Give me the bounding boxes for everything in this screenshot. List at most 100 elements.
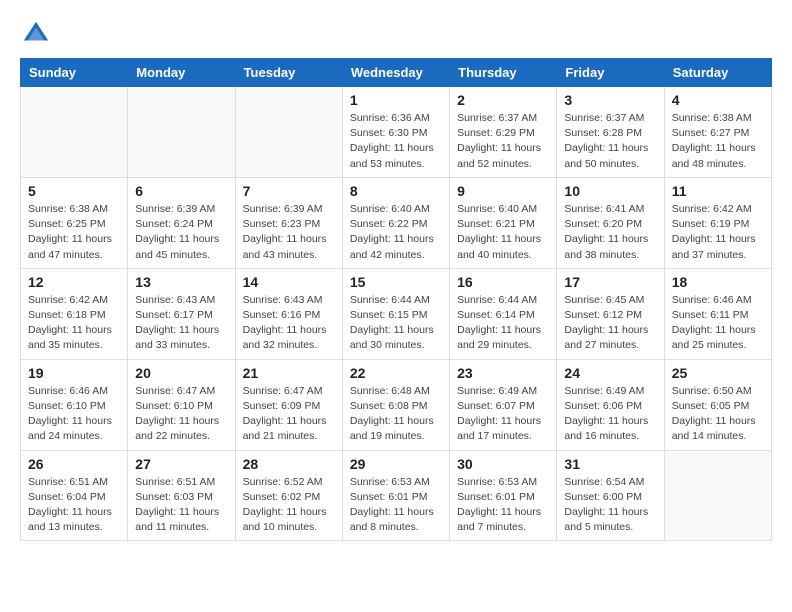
- calendar-day-cell: 7 Sunrise: 6:39 AM Sunset: 6:23 PM Daylig…: [235, 177, 342, 268]
- calendar-day-cell: 19 Sunrise: 6:46 AM Sunset: 6:10 PM Dayli…: [21, 359, 128, 450]
- page-header: [20, 20, 772, 48]
- day-info: Sunrise: 6:49 AM Sunset: 6:07 PM Dayligh…: [457, 384, 549, 445]
- day-number: 2: [457, 92, 549, 108]
- day-number: 18: [672, 274, 764, 290]
- day-number: 23: [457, 365, 549, 381]
- calendar-day-cell: 25Sunrise: 6:50 AM Sunset: 6:05 PM Dayli…: [664, 359, 771, 450]
- day-info: Sunrise: 6:38 AM Sunset: 6:25 PM Dayligh…: [28, 202, 120, 263]
- calendar-header-row: SundayMondayTuesdayWednesdayThursdayFrid…: [21, 59, 772, 87]
- calendar-day-cell: 28 Sunrise: 6:52 AM Sunset: 6:02 PM Dayli…: [235, 450, 342, 541]
- day-of-week-header: Wednesday: [342, 59, 449, 87]
- day-of-week-header: Monday: [128, 59, 235, 87]
- day-info: Sunrise: 6:53 AM Sunset: 6:01 PM Dayligh…: [350, 475, 442, 536]
- day-of-week-header: Saturday: [664, 59, 771, 87]
- calendar-week-row: 12 Sunrise: 6:42 AM Sunset: 6:18 PM Dayli…: [21, 268, 772, 359]
- calendar-day-cell: 1 Sunrise: 6:36 AM Sunset: 6:30 PM Daylig…: [342, 87, 449, 178]
- day-number: 21: [243, 365, 335, 381]
- day-info: Sunrise: 6:51 AM Sunset: 6:03 PM Dayligh…: [135, 475, 227, 536]
- day-number: 13: [135, 274, 227, 290]
- day-info: Sunrise: 6:36 AM Sunset: 6:30 PM Dayligh…: [350, 111, 442, 172]
- day-of-week-header: Thursday: [450, 59, 557, 87]
- calendar-day-cell: 21 Sunrise: 6:47 AM Sunset: 6:09 PM Dayli…: [235, 359, 342, 450]
- day-info: Sunrise: 6:46 AM Sunset: 6:11 PM Dayligh…: [672, 293, 764, 354]
- calendar-day-cell: 9 Sunrise: 6:40 AM Sunset: 6:21 PM Daylig…: [450, 177, 557, 268]
- day-info: Sunrise: 6:37 AM Sunset: 6:28 PM Dayligh…: [564, 111, 656, 172]
- logo: [20, 20, 50, 48]
- day-number: 11: [672, 183, 764, 199]
- day-info: Sunrise: 6:39 AM Sunset: 6:23 PM Dayligh…: [243, 202, 335, 263]
- calendar-day-cell: 23 Sunrise: 6:49 AM Sunset: 6:07 PM Dayli…: [450, 359, 557, 450]
- day-number: 28: [243, 456, 335, 472]
- day-info: Sunrise: 6:43 AM Sunset: 6:16 PM Dayligh…: [243, 293, 335, 354]
- day-number: 7: [243, 183, 335, 199]
- day-number: 1: [350, 92, 442, 108]
- calendar-table: SundayMondayTuesdayWednesdayThursdayFrid…: [20, 58, 772, 541]
- calendar-day-cell: 18 Sunrise: 6:46 AM Sunset: 6:11 PM Dayli…: [664, 268, 771, 359]
- logo-icon: [22, 20, 50, 48]
- day-number: 17: [564, 274, 656, 290]
- calendar-day-cell: 26 Sunrise: 6:51 AM Sunset: 6:04 PM Dayli…: [21, 450, 128, 541]
- calendar-day-cell: 30 Sunrise: 6:53 AM Sunset: 6:01 PM Dayli…: [450, 450, 557, 541]
- day-info: Sunrise: 6:40 AM Sunset: 6:21 PM Dayligh…: [457, 202, 549, 263]
- day-info: Sunrise: 6:43 AM Sunset: 6:17 PM Dayligh…: [135, 293, 227, 354]
- day-info: Sunrise: 6:53 AM Sunset: 6:01 PM Dayligh…: [457, 475, 549, 536]
- day-info: Sunrise: 6:46 AM Sunset: 6:10 PM Dayligh…: [28, 384, 120, 445]
- day-number: 4: [672, 92, 764, 108]
- day-number: 6: [135, 183, 227, 199]
- day-number: 25: [672, 365, 764, 381]
- day-of-week-header: Tuesday: [235, 59, 342, 87]
- calendar-day-cell: 16Sunrise: 6:44 AM Sunset: 6:14 PM Dayli…: [450, 268, 557, 359]
- day-number: 9: [457, 183, 549, 199]
- day-number: 19: [28, 365, 120, 381]
- day-info: Sunrise: 6:42 AM Sunset: 6:19 PM Dayligh…: [672, 202, 764, 263]
- day-number: 24: [564, 365, 656, 381]
- day-number: 30: [457, 456, 549, 472]
- calendar-day-cell: 5 Sunrise: 6:38 AM Sunset: 6:25 PM Daylig…: [21, 177, 128, 268]
- day-info: Sunrise: 6:52 AM Sunset: 6:02 PM Dayligh…: [243, 475, 335, 536]
- calendar-day-cell: 6 Sunrise: 6:39 AM Sunset: 6:24 PM Daylig…: [128, 177, 235, 268]
- day-number: 10: [564, 183, 656, 199]
- calendar-week-row: 1 Sunrise: 6:36 AM Sunset: 6:30 PM Daylig…: [21, 87, 772, 178]
- day-info: Sunrise: 6:48 AM Sunset: 6:08 PM Dayligh…: [350, 384, 442, 445]
- calendar-day-cell: 15 Sunrise: 6:44 AM Sunset: 6:15 PM Dayli…: [342, 268, 449, 359]
- day-info: Sunrise: 6:39 AM Sunset: 6:24 PM Dayligh…: [135, 202, 227, 263]
- day-info: Sunrise: 6:45 AM Sunset: 6:12 PM Dayligh…: [564, 293, 656, 354]
- day-number: 26: [28, 456, 120, 472]
- day-info: Sunrise: 6:42 AM Sunset: 6:18 PM Dayligh…: [28, 293, 120, 354]
- day-number: 14: [243, 274, 335, 290]
- day-number: 29: [350, 456, 442, 472]
- day-info: Sunrise: 6:38 AM Sunset: 6:27 PM Dayligh…: [672, 111, 764, 172]
- day-info: Sunrise: 6:44 AM Sunset: 6:15 PM Dayligh…: [350, 293, 442, 354]
- calendar-day-cell: 2 Sunrise: 6:37 AM Sunset: 6:29 PM Daylig…: [450, 87, 557, 178]
- day-info: Sunrise: 6:47 AM Sunset: 6:09 PM Dayligh…: [243, 384, 335, 445]
- calendar-day-cell: [664, 450, 771, 541]
- calendar-week-row: 26 Sunrise: 6:51 AM Sunset: 6:04 PM Dayli…: [21, 450, 772, 541]
- calendar-day-cell: 24 Sunrise: 6:49 AM Sunset: 6:06 PM Dayli…: [557, 359, 664, 450]
- day-info: Sunrise: 6:40 AM Sunset: 6:22 PM Dayligh…: [350, 202, 442, 263]
- calendar-day-cell: [235, 87, 342, 178]
- day-of-week-header: Sunday: [21, 59, 128, 87]
- calendar-day-cell: 31 Sunrise: 6:54 AM Sunset: 6:00 PM Dayli…: [557, 450, 664, 541]
- day-info: Sunrise: 6:51 AM Sunset: 6:04 PM Dayligh…: [28, 475, 120, 536]
- day-info: Sunrise: 6:49 AM Sunset: 6:06 PM Dayligh…: [564, 384, 656, 445]
- day-number: 16: [457, 274, 549, 290]
- calendar-day-cell: 20Sunrise: 6:47 AM Sunset: 6:10 PM Dayli…: [128, 359, 235, 450]
- day-info: Sunrise: 6:41 AM Sunset: 6:20 PM Dayligh…: [564, 202, 656, 263]
- calendar-day-cell: 22 Sunrise: 6:48 AM Sunset: 6:08 PM Dayli…: [342, 359, 449, 450]
- day-number: 22: [350, 365, 442, 381]
- day-number: 5: [28, 183, 120, 199]
- calendar-day-cell: [128, 87, 235, 178]
- day-info: Sunrise: 6:54 AM Sunset: 6:00 PM Dayligh…: [564, 475, 656, 536]
- calendar-day-cell: 10 Sunrise: 6:41 AM Sunset: 6:20 PM Dayli…: [557, 177, 664, 268]
- day-info: Sunrise: 6:47 AM Sunset: 6:10 PM Dayligh…: [135, 384, 227, 445]
- day-number: 31: [564, 456, 656, 472]
- calendar-day-cell: 13 Sunrise: 6:43 AM Sunset: 6:17 PM Dayli…: [128, 268, 235, 359]
- calendar-day-cell: 29 Sunrise: 6:53 AM Sunset: 6:01 PM Dayli…: [342, 450, 449, 541]
- calendar-day-cell: 11 Sunrise: 6:42 AM Sunset: 6:19 PM Dayli…: [664, 177, 771, 268]
- day-number: 15: [350, 274, 442, 290]
- day-number: 3: [564, 92, 656, 108]
- day-number: 12: [28, 274, 120, 290]
- day-info: Sunrise: 6:37 AM Sunset: 6:29 PM Dayligh…: [457, 111, 549, 172]
- calendar-day-cell: [21, 87, 128, 178]
- calendar-week-row: 5 Sunrise: 6:38 AM Sunset: 6:25 PM Daylig…: [21, 177, 772, 268]
